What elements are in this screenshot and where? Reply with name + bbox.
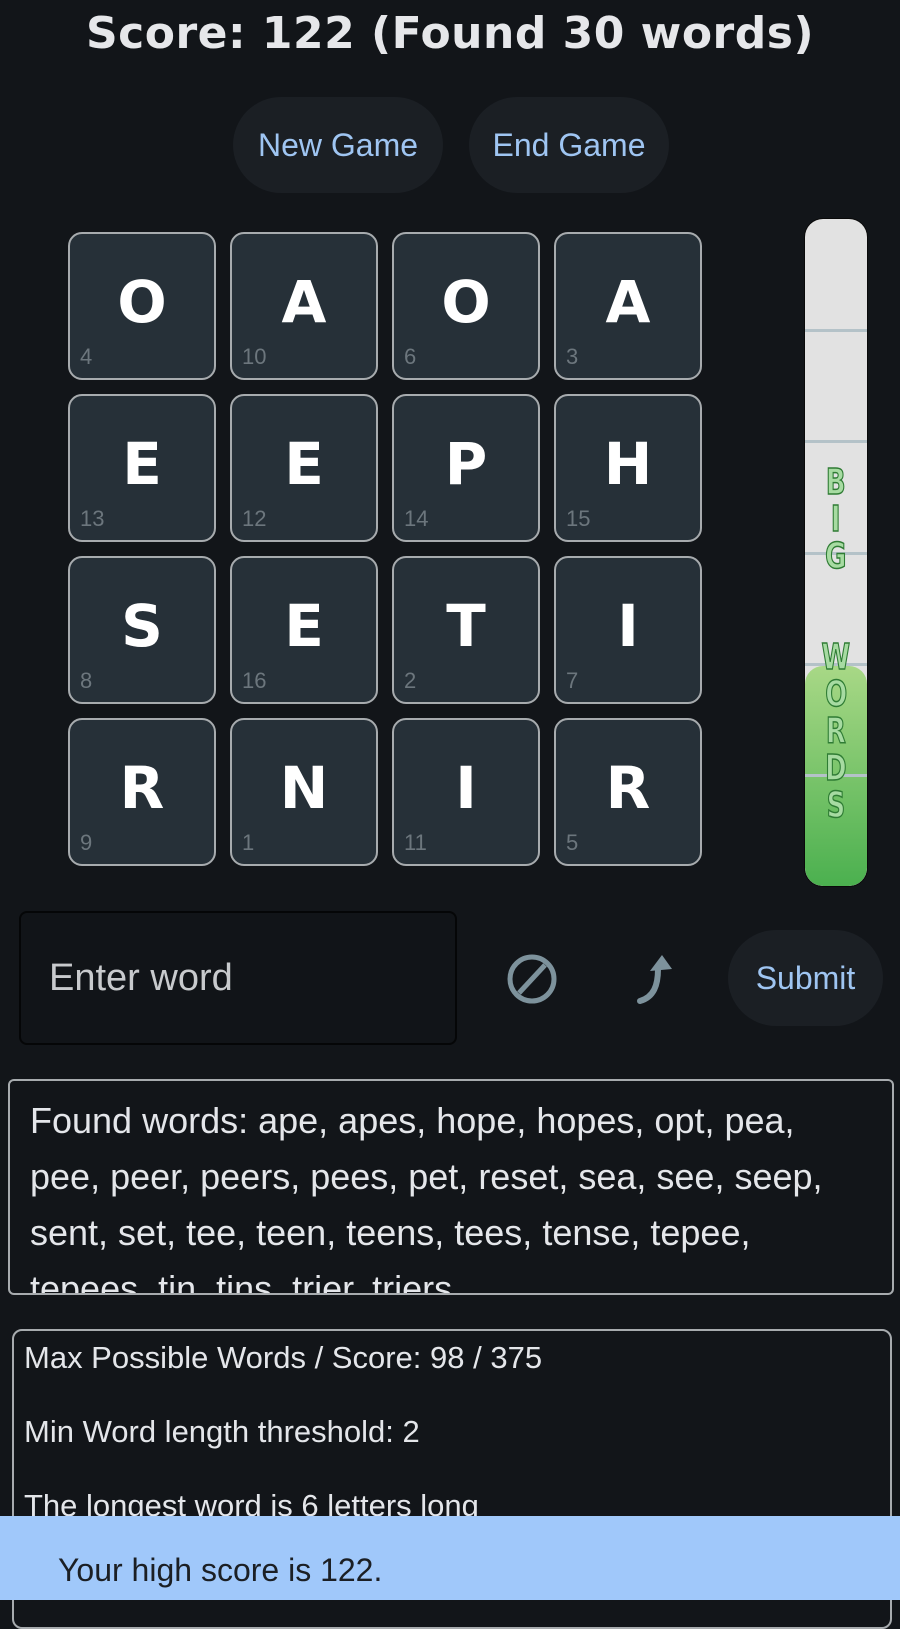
tile-number: 1 — [242, 830, 255, 855]
letter-tile[interactable]: S8 — [68, 556, 216, 704]
letter-tile[interactable]: R9 — [68, 718, 216, 866]
tile-number: 5 — [566, 830, 579, 855]
tile-letter: R — [119, 754, 165, 822]
tile-letter: P — [444, 430, 488, 498]
letter-tile[interactable]: E 12 — [230, 394, 378, 542]
letter-tile[interactable]: A 10 — [230, 232, 378, 380]
max-possible-text: Max Possible Words / Score: 98 / 375 — [24, 1340, 543, 1375]
tile-letter: R — [605, 754, 651, 822]
meter-tick — [805, 329, 867, 333]
tile-number: 9 — [80, 830, 93, 855]
min-length-text: Min Word length threshold: 2 — [24, 1414, 420, 1449]
high-score-toast: Your high score is 122. — [0, 1516, 900, 1600]
letter-tile[interactable]: O4 — [68, 232, 216, 380]
meter-letter: I — [831, 499, 842, 540]
big-words-meter: BIG WORDS — [805, 219, 867, 886]
score-header: Score: 122 (Found 30 words) — [85, 8, 815, 59]
undo-button[interactable] — [615, 940, 695, 1020]
meter-letter: D — [825, 748, 848, 789]
letter-tile[interactable]: N1 — [230, 718, 378, 866]
meter-letter: R — [825, 711, 846, 752]
tile-number: 12 — [242, 506, 267, 531]
letter-tile[interactable]: R5 — [554, 718, 702, 866]
tile-number: 2 — [404, 668, 417, 693]
letter-grid: O 4 A 10 O 6 A 3 E 13 E 12 P 14 H 15 S 8 E 16 T 2 I 7 R 9 N 1 I 11 R 5 — [68, 232, 702, 866]
tile-letter: I — [617, 592, 639, 660]
end-game-button[interactable]: End Game — [469, 97, 669, 193]
tile-letter: H — [603, 430, 653, 498]
clear-slash-circle-icon — [505, 952, 559, 1009]
tile-letter: T — [446, 592, 486, 660]
tile-number: 13 — [80, 506, 105, 531]
meter-tick — [805, 440, 867, 444]
tile-letter: A — [281, 268, 327, 336]
letter-tile[interactable]: I 11 — [392, 718, 540, 866]
tile-number: 8 — [80, 668, 93, 693]
tile-number: 16 — [242, 668, 267, 693]
letter-tile[interactable]: P 14 — [392, 394, 540, 542]
tile-number: 7 — [566, 668, 579, 693]
meter-letter: G — [825, 536, 847, 577]
letter-tile[interactable]: A3 — [554, 232, 702, 380]
letter-tile[interactable]: T2 — [392, 556, 540, 704]
tile-letter: O — [441, 268, 491, 336]
letter-tile[interactable]: E 13 — [68, 394, 216, 542]
found-words-box: Found words: ape, apes, hope, hopes, opt… — [8, 1079, 894, 1295]
meter-label-big: BIG — [805, 462, 867, 577]
tile-number: 3 — [566, 344, 579, 369]
tile-number: 6 — [404, 344, 417, 369]
tile-letter: A — [605, 268, 651, 336]
tile-letter: N — [279, 754, 329, 822]
tile-number: 15 — [566, 506, 591, 531]
meter-letter: S — [826, 785, 846, 826]
letter-tile[interactable]: O6 — [392, 232, 540, 380]
meter-label-words: WORDS — [805, 637, 867, 826]
letter-tile[interactable]: H 15 — [554, 394, 702, 542]
tile-letter: I — [455, 754, 477, 822]
meter-letter: O — [824, 674, 848, 715]
word-input[interactable] — [19, 911, 457, 1045]
toast-message: Your high score is 122. — [58, 1552, 383, 1588]
tile-letter: E — [284, 430, 324, 498]
clear-button[interactable] — [492, 940, 572, 1020]
letter-tile[interactable]: E 16 — [230, 556, 378, 704]
submit-button[interactable]: Submit — [728, 930, 883, 1026]
new-game-button[interactable]: New Game — [233, 97, 443, 193]
found-words-text: Found words: ape, apes, hope, hopes, opt… — [30, 1100, 823, 1295]
tile-letter: E — [122, 430, 162, 498]
meter-letter: W — [821, 637, 851, 678]
tile-letter: E — [284, 592, 324, 660]
tile-letter: S — [121, 592, 163, 660]
letter-tile[interactable]: I7 — [554, 556, 702, 704]
tile-number: 14 — [404, 506, 429, 531]
tile-number: 11 — [404, 830, 427, 855]
tile-number: 4 — [80, 344, 93, 369]
tile-letter: O — [117, 268, 167, 336]
curved-arrow-up-icon — [628, 949, 682, 1012]
meter-letter: B — [826, 462, 847, 503]
tile-number: 10 — [242, 344, 267, 369]
